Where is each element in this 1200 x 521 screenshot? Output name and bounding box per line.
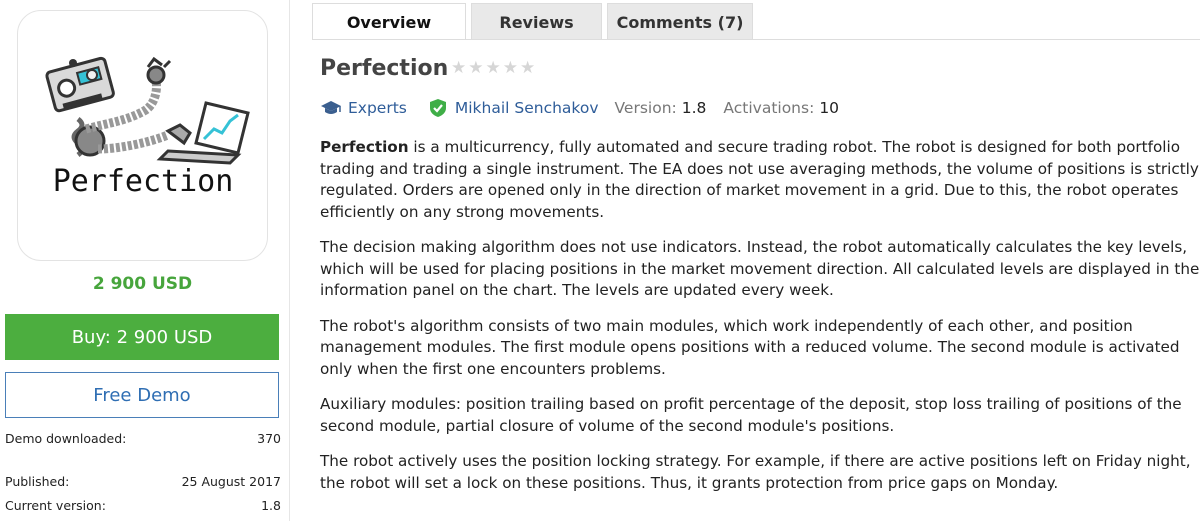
info-row-demo-downloaded: Demo downloaded: 370 <box>5 431 281 446</box>
version-value: 1.8 <box>681 99 707 117</box>
info-value: 370 <box>257 431 281 446</box>
tab-comments[interactable]: Comments (7) <box>607 3 753 40</box>
page-title: Perfection <box>320 56 449 81</box>
verified-shield-icon <box>427 98 449 118</box>
product-meta: Experts Mikhail Senchakov Version: 1.8 A… <box>320 97 839 119</box>
logo-text: Perfection <box>53 164 234 199</box>
info-label: Published: <box>5 474 70 489</box>
description-paragraph: Auxiliary modules: position trailing bas… <box>320 395 1182 435</box>
star-icon[interactable]: ★ <box>486 60 501 77</box>
product-tabs: Overview Reviews Comments (7) <box>312 3 758 40</box>
info-label: Current version: <box>5 498 106 513</box>
star-icon[interactable]: ★ <box>451 60 466 77</box>
robot-logo-icon: Perfection <box>45 56 250 199</box>
description-paragraph: The robot's algorithm consists of two ma… <box>320 316 1180 378</box>
info-value: 1.8 <box>261 498 281 513</box>
product-price: 2 900 USD <box>92 274 193 294</box>
description-paragraph: Perfection is a multicurrency, fully aut… <box>320 137 1200 223</box>
product-description: Perfection is a multicurrency, fully aut… <box>320 137 1200 508</box>
star-icon[interactable]: ★ <box>503 60 518 77</box>
star-icon[interactable]: ★ <box>520 60 535 77</box>
star-icon[interactable]: ★ <box>468 60 483 77</box>
tabs-divider <box>312 39 1200 40</box>
graduation-cap-icon <box>320 98 342 118</box>
tab-reviews[interactable]: Reviews <box>471 3 602 40</box>
tab-overview[interactable]: Overview <box>312 3 466 40</box>
product-logo[interactable]: Perfection <box>17 10 268 261</box>
free-demo-button[interactable]: Free Demo <box>5 372 279 418</box>
version-label: Version: <box>614 99 677 117</box>
buy-button[interactable]: Buy: 2 900 USD <box>5 314 279 360</box>
rating-stars[interactable]: ★ ★ ★ ★ ★ <box>451 60 535 77</box>
info-label: Demo downloaded: <box>5 431 127 446</box>
author-link[interactable]: Mikhail Senchakov <box>455 99 599 117</box>
activations-value: 10 <box>819 99 840 117</box>
info-value: 25 August 2017 <box>181 474 281 489</box>
activations-label: Activations: <box>723 99 815 117</box>
description-text: is a multicurrency, fully automated and … <box>320 138 1199 221</box>
description-lead: Perfection <box>320 138 409 156</box>
info-row-current-version: Current version: 1.8 <box>5 498 281 513</box>
category-link[interactable]: Experts <box>348 99 407 117</box>
description-paragraph: The decision making algorithm does not u… <box>320 238 1200 299</box>
product-sidebar: Perfection 2 900 USD Buy: 2 900 USD Free… <box>0 0 290 521</box>
description-paragraph: The robot actively uses the position loc… <box>320 452 1191 492</box>
info-row-published: Published: 25 August 2017 <box>5 474 281 489</box>
